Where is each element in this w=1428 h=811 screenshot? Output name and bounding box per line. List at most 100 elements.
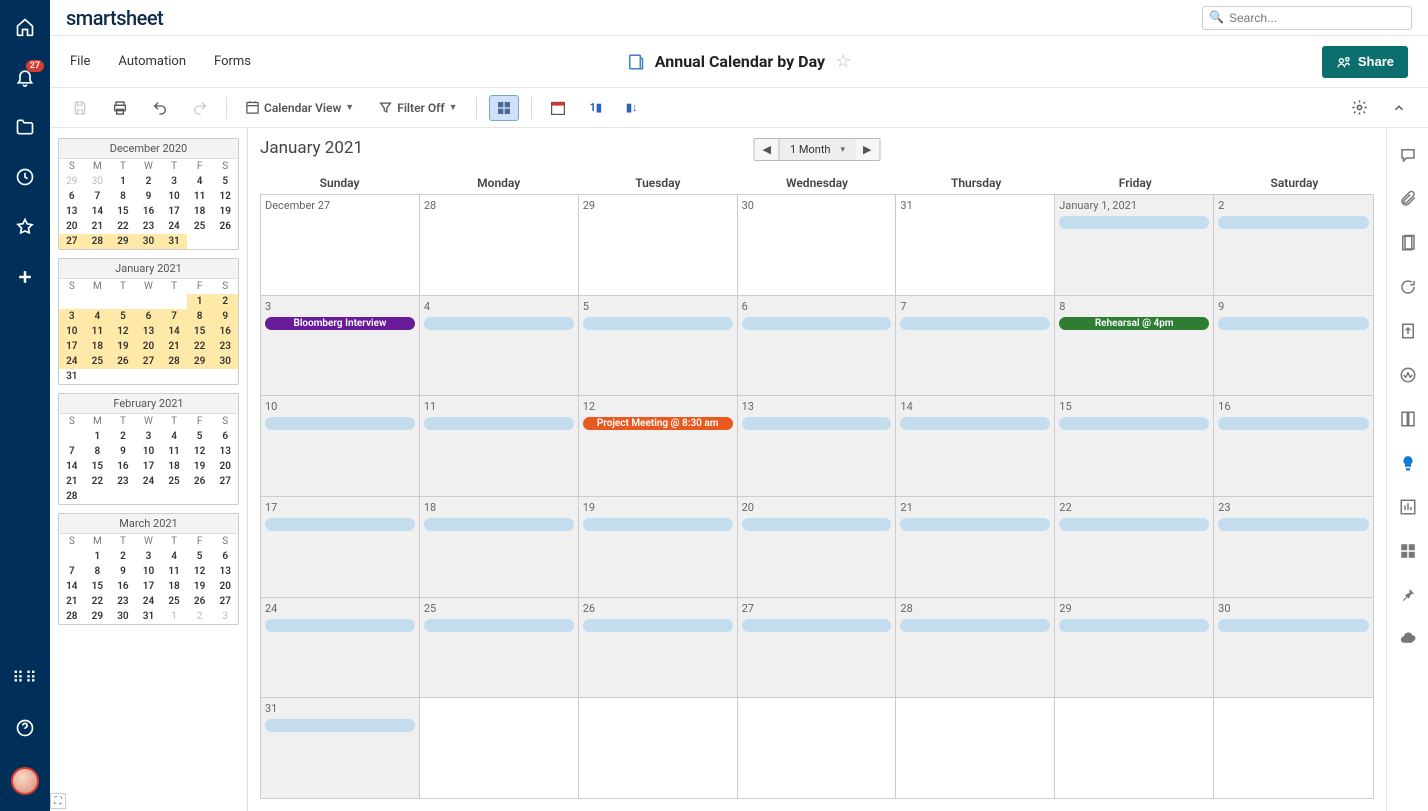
mini-day[interactable]: 2: [136, 174, 162, 189]
day-cell[interactable]: 10: [261, 396, 420, 496]
mini-day[interactable]: 28: [161, 354, 187, 369]
favorites-icon[interactable]: [14, 216, 36, 238]
mini-day[interactable]: 12: [212, 189, 238, 204]
summary-icon[interactable]: [1399, 410, 1417, 428]
mini-day[interactable]: 29: [110, 234, 136, 249]
mini-day[interactable]: 9: [136, 189, 162, 204]
day-cell[interactable]: 12Project Meeting @ 8:30 am: [579, 396, 738, 496]
calendar-event[interactable]: [1059, 417, 1209, 430]
cloud-icon[interactable]: [1399, 630, 1417, 648]
calendar-event[interactable]: [424, 417, 574, 430]
mini-day[interactable]: 15: [85, 459, 111, 474]
search-input[interactable]: [1202, 6, 1412, 30]
mini-day[interactable]: 27: [212, 594, 238, 609]
mini-day[interactable]: 8: [110, 189, 136, 204]
day-cell[interactable]: 18: [420, 497, 579, 597]
day-cell[interactable]: 29: [579, 195, 738, 295]
attachments-icon[interactable]: [1399, 190, 1417, 208]
mini-day[interactable]: [85, 294, 111, 309]
day-cell[interactable]: 21: [896, 497, 1055, 597]
mini-day[interactable]: [110, 294, 136, 309]
mini-day[interactable]: 12: [187, 444, 213, 459]
day-cell[interactable]: [420, 698, 579, 798]
mini-month[interactable]: January 2021SMTWTFS123456789101112131415…: [58, 258, 239, 385]
today-icon[interactable]: [544, 96, 572, 120]
calendar-event[interactable]: Bloomberg Interview: [265, 317, 415, 330]
mini-day[interactable]: 21: [59, 474, 85, 489]
calendar-event[interactable]: [424, 317, 574, 330]
calendar-event[interactable]: [900, 417, 1050, 430]
calendar-event[interactable]: [900, 518, 1050, 531]
mini-day[interactable]: 30: [212, 354, 238, 369]
day-cell[interactable]: 7: [896, 296, 1055, 396]
mini-day[interactable]: [59, 549, 85, 564]
settings-icon[interactable]: [1345, 95, 1374, 120]
mini-day[interactable]: 13: [136, 324, 162, 339]
mini-month[interactable]: February 2021SMTWTFS12345678910111213141…: [58, 393, 239, 505]
day-cell[interactable]: 29: [1055, 598, 1214, 698]
mini-day[interactable]: 24: [136, 474, 162, 489]
mini-day[interactable]: 5: [212, 174, 238, 189]
mini-day[interactable]: 5: [187, 429, 213, 444]
day-cell[interactable]: 20: [738, 497, 897, 597]
mini-day[interactable]: 29: [59, 174, 85, 189]
calendar-event[interactable]: [900, 619, 1050, 632]
day-cell[interactable]: 28: [896, 598, 1055, 698]
mini-day[interactable]: 6: [212, 549, 238, 564]
mini-day[interactable]: 25: [85, 354, 111, 369]
calendar-event[interactable]: [1059, 518, 1209, 531]
pin-icon[interactable]: [1399, 586, 1417, 604]
day-cell[interactable]: 17: [261, 497, 420, 597]
day-cell[interactable]: 22: [1055, 497, 1214, 597]
day-cell[interactable]: [738, 698, 897, 798]
prev-period-button[interactable]: ◀: [755, 139, 780, 160]
mini-day[interactable]: 21: [85, 219, 111, 234]
update-requests-icon[interactable]: [1399, 278, 1417, 296]
menu-forms[interactable]: Forms: [214, 54, 251, 69]
calendar-event[interactable]: [265, 417, 415, 430]
user-avatar[interactable]: [11, 767, 39, 795]
charts-icon[interactable]: [1399, 498, 1417, 516]
day-cell[interactable]: 26: [579, 598, 738, 698]
undo-icon[interactable]: [146, 96, 174, 120]
mini-day[interactable]: 10: [136, 564, 162, 579]
mini-day[interactable]: 23: [136, 219, 162, 234]
mini-day[interactable]: 6: [212, 429, 238, 444]
cal-nav-left-icon[interactable]: 1▮: [584, 97, 608, 118]
mini-day[interactable]: 18: [161, 459, 187, 474]
day-cell[interactable]: 19: [579, 497, 738, 597]
calendar-event[interactable]: [742, 417, 892, 430]
mini-day[interactable]: 23: [110, 594, 136, 609]
mini-day[interactable]: 13: [59, 204, 85, 219]
calendar-event[interactable]: Project Meeting @ 8:30 am: [583, 417, 733, 430]
period-selector[interactable]: 1 Month▾: [780, 139, 855, 160]
mini-day[interactable]: 6: [136, 309, 162, 324]
mini-day[interactable]: 25: [161, 594, 187, 609]
calendar-event[interactable]: [265, 619, 415, 632]
day-cell[interactable]: 9: [1214, 296, 1373, 396]
grid-view-icon[interactable]: [489, 95, 519, 121]
comments-icon[interactable]: [1399, 146, 1417, 164]
mini-day[interactable]: 12: [110, 324, 136, 339]
mini-day[interactable]: 22: [187, 339, 213, 354]
mini-day[interactable]: 30: [85, 174, 111, 189]
mini-day[interactable]: 14: [161, 324, 187, 339]
folder-icon[interactable]: [14, 116, 36, 138]
mini-day[interactable]: 11: [187, 189, 213, 204]
mini-day[interactable]: 11: [161, 564, 187, 579]
mini-day[interactable]: 6: [59, 189, 85, 204]
mini-day[interactable]: 3: [212, 609, 238, 624]
mini-day[interactable]: 10: [59, 324, 85, 339]
mini-day[interactable]: 12: [187, 564, 213, 579]
mini-day[interactable]: 30: [136, 234, 162, 249]
mini-day[interactable]: 1: [110, 174, 136, 189]
calendar-event[interactable]: [1218, 518, 1369, 531]
publish-icon[interactable]: [1399, 322, 1417, 340]
day-cell[interactable]: 31: [896, 195, 1055, 295]
mini-day[interactable]: 16: [136, 204, 162, 219]
calendar-event[interactable]: [583, 317, 733, 330]
mini-day[interactable]: 8: [85, 564, 111, 579]
mini-day[interactable]: 15: [187, 324, 213, 339]
mini-day[interactable]: 26: [212, 219, 238, 234]
recents-icon[interactable]: [14, 166, 36, 188]
